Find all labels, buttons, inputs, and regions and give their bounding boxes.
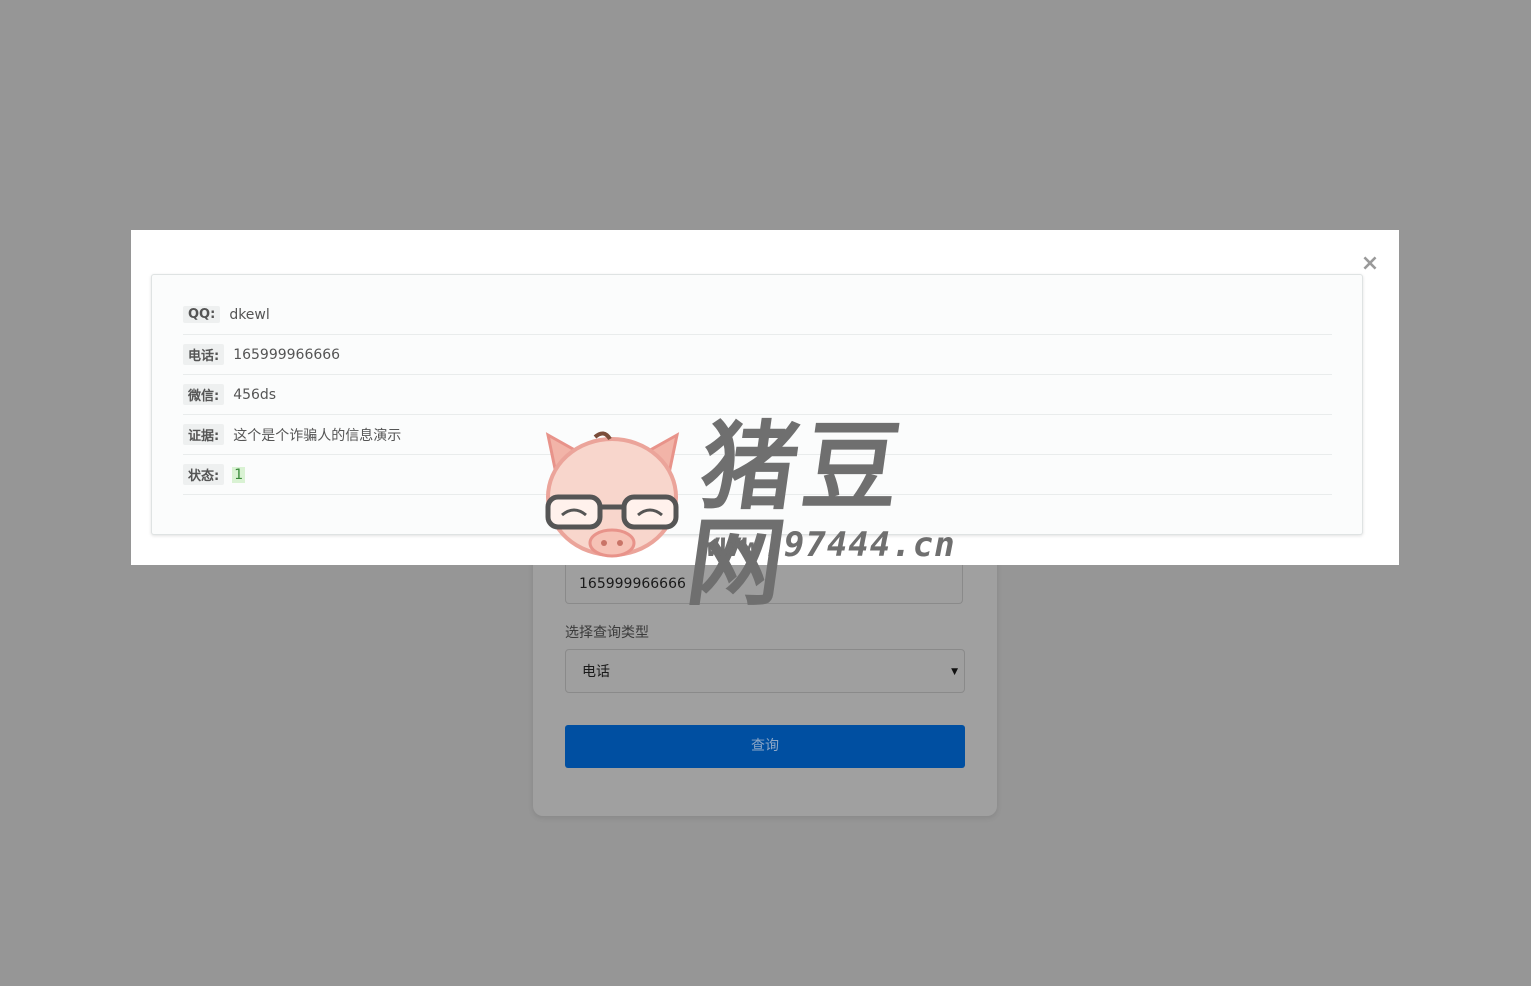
result-value: 456ds bbox=[233, 386, 277, 403]
result-value: dkewl bbox=[229, 306, 270, 323]
result-key: 微信: bbox=[183, 384, 225, 405]
query-submit-button[interactable]: 查询 bbox=[565, 725, 965, 768]
result-row-status: 状态: 1 bbox=[183, 455, 1332, 495]
result-row-phone: 电话: 165999966666 bbox=[183, 335, 1332, 375]
result-row-qq: QQ: dkewl bbox=[183, 295, 1332, 335]
result-key: 电话: bbox=[183, 344, 225, 365]
query-type-selected: 电话 bbox=[582, 664, 610, 680]
result-value: 165999966666 bbox=[233, 346, 341, 363]
result-value: 这个是个诈骗人的信息演示 bbox=[233, 427, 402, 444]
result-key: QQ: bbox=[183, 306, 221, 323]
query-type-label: 选择查询类型 bbox=[565, 625, 649, 641]
result-modal: × QQ: dkewl 电话: 165999966666 微信: 456ds 证… bbox=[131, 230, 1399, 565]
close-icon[interactable]: × bbox=[1360, 252, 1380, 276]
page: 165999966666 选择查询类型 电话 ▼ 查询 × QQ: dkewl … bbox=[0, 0, 1531, 986]
result-key: 证据: bbox=[183, 424, 225, 445]
result-panel: QQ: dkewl 电话: 165999966666 微信: 456ds 证据:… bbox=[151, 274, 1363, 535]
search-input[interactable]: 165999966666 bbox=[565, 565, 963, 604]
result-key: 状态: bbox=[183, 464, 225, 485]
chevron-down-icon: ▼ bbox=[951, 667, 958, 677]
result-row-evidence: 证据: 这个是个诈骗人的信息演示 bbox=[183, 415, 1332, 455]
result-list: QQ: dkewl 电话: 165999966666 微信: 456ds 证据:… bbox=[183, 295, 1332, 495]
query-type-select[interactable]: 电话 ▼ bbox=[565, 649, 965, 693]
result-row-wechat: 微信: 456ds bbox=[183, 375, 1332, 415]
status-badge: 1 bbox=[232, 466, 246, 483]
